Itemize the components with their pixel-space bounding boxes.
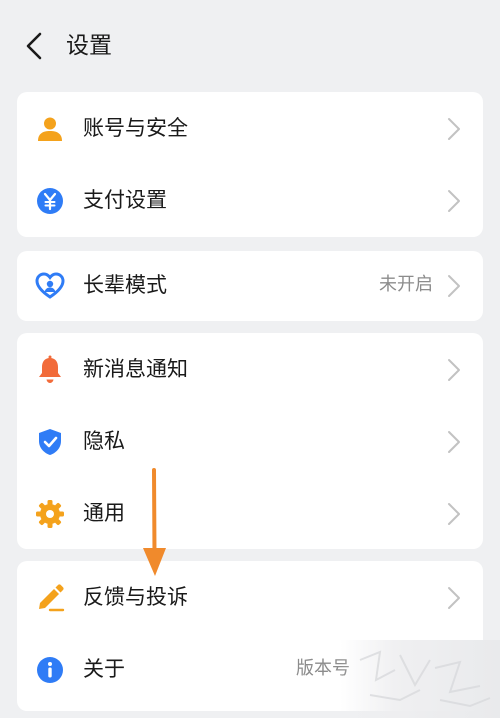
chevron-right-icon bbox=[448, 587, 460, 609]
row-label: 关于 bbox=[83, 657, 125, 681]
row-privacy[interactable]: 隐私 bbox=[17, 405, 483, 477]
gear-icon bbox=[35, 499, 65, 529]
person-icon bbox=[35, 114, 65, 144]
row-payment-settings[interactable]: 支付设置 bbox=[17, 164, 483, 236]
blurred-region bbox=[340, 640, 500, 718]
settings-page: 设置 账号与安全 支付设置 长辈模式 未开启 新消息通知 隐私 通用 反馈与投诉… bbox=[0, 0, 500, 718]
row-label: 长辈模式 bbox=[83, 273, 167, 297]
watermark-icon bbox=[359, 650, 491, 708]
info-icon bbox=[35, 655, 65, 685]
row-account-security[interactable]: 账号与安全 bbox=[17, 92, 483, 164]
row-value-status: 未开启 bbox=[379, 274, 433, 295]
settings-group-elder: 长辈模式 未开启 bbox=[17, 251, 483, 321]
page-title: 设置 bbox=[66, 33, 112, 59]
chevron-right-icon bbox=[448, 275, 460, 297]
row-label: 通用 bbox=[83, 501, 125, 525]
row-label: 账号与安全 bbox=[83, 116, 188, 140]
chevron-right-icon bbox=[448, 190, 460, 212]
row-label: 反馈与投诉 bbox=[83, 585, 188, 609]
row-notifications[interactable]: 新消息通知 bbox=[17, 333, 483, 405]
heart-icon bbox=[35, 271, 65, 301]
settings-group-account: 账号与安全 支付设置 bbox=[17, 92, 483, 237]
yuan-icon bbox=[35, 186, 65, 216]
bell-icon bbox=[35, 355, 65, 385]
back-button[interactable] bbox=[18, 30, 50, 62]
chevron-right-icon bbox=[448, 431, 460, 453]
chevron-right-icon bbox=[448, 118, 460, 140]
chevron-left-icon bbox=[26, 32, 42, 60]
header: 设置 bbox=[0, 0, 500, 92]
row-feedback[interactable]: 反馈与投诉 bbox=[17, 561, 483, 633]
shield-icon bbox=[35, 427, 65, 457]
chevron-right-icon bbox=[448, 503, 460, 525]
row-label: 隐私 bbox=[83, 429, 125, 453]
row-general[interactable]: 通用 bbox=[17, 477, 483, 549]
row-label: 新消息通知 bbox=[83, 357, 188, 381]
chevron-right-icon bbox=[448, 359, 460, 381]
settings-group-general: 新消息通知 隐私 通用 bbox=[17, 333, 483, 549]
row-label: 支付设置 bbox=[83, 188, 167, 212]
pencil-icon bbox=[35, 583, 65, 613]
row-elder-mode[interactable]: 长辈模式 未开启 bbox=[17, 251, 483, 321]
